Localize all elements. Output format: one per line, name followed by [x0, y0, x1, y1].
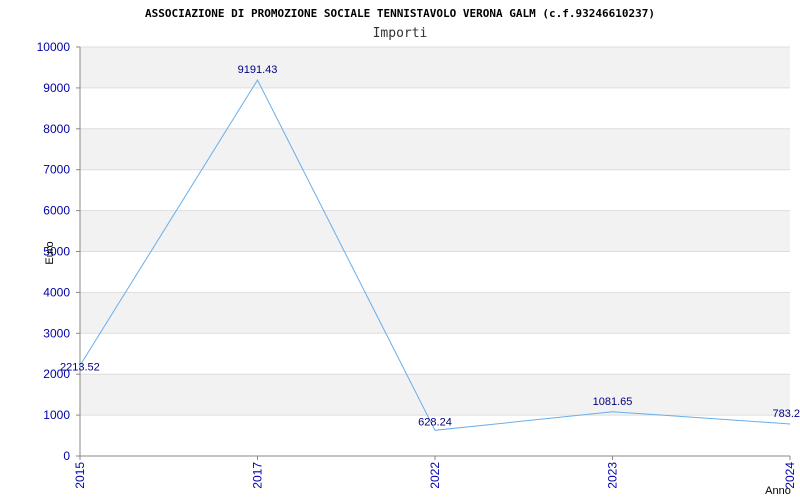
y-axis-label: Euro — [44, 241, 56, 264]
y-tick-label: 6000 — [43, 204, 70, 218]
chart-subtitle: Importi — [373, 26, 428, 41]
y-tick-label: 3000 — [43, 326, 70, 340]
x-tick-label: 2017 — [251, 462, 265, 489]
x-tick-label: 2023 — [606, 462, 620, 489]
x-tick-labels: 2015 2017 2022 2023 2024 — [73, 462, 797, 489]
line-chart: ASSOCIAZIONE DI PROMOZIONE SOCIALE TENNI… — [37, 7, 800, 497]
x-tick-label: 2015 — [73, 462, 87, 489]
y-tick-label: 8000 — [43, 122, 70, 136]
grid-bands — [80, 47, 790, 416]
grid-band — [80, 128, 790, 170]
grid-band — [80, 374, 790, 416]
chart-title: ASSOCIAZIONE DI PROMOZIONE SOCIALE TENNI… — [145, 7, 655, 20]
y-tick-label: 7000 — [43, 163, 70, 177]
y-tick-label: 10000 — [37, 40, 71, 54]
y-tick-label: 1000 — [43, 408, 70, 422]
x-tick-label: 2022 — [428, 462, 442, 489]
grid-band — [80, 292, 790, 334]
y-tick-label: 0 — [63, 449, 70, 463]
y-tick-label: 9000 — [43, 81, 70, 95]
x-axis-label: Anno — [765, 485, 791, 497]
grid-band — [80, 47, 790, 88]
data-label: 628.24 — [418, 416, 452, 428]
data-label: 9191.43 — [238, 64, 278, 76]
data-label: 1081.65 — [593, 396, 633, 408]
data-label: 783.2 — [772, 408, 800, 420]
y-tick-label: 4000 — [43, 285, 70, 299]
data-label: 2213.52 — [60, 361, 100, 373]
grid-band — [80, 210, 790, 252]
